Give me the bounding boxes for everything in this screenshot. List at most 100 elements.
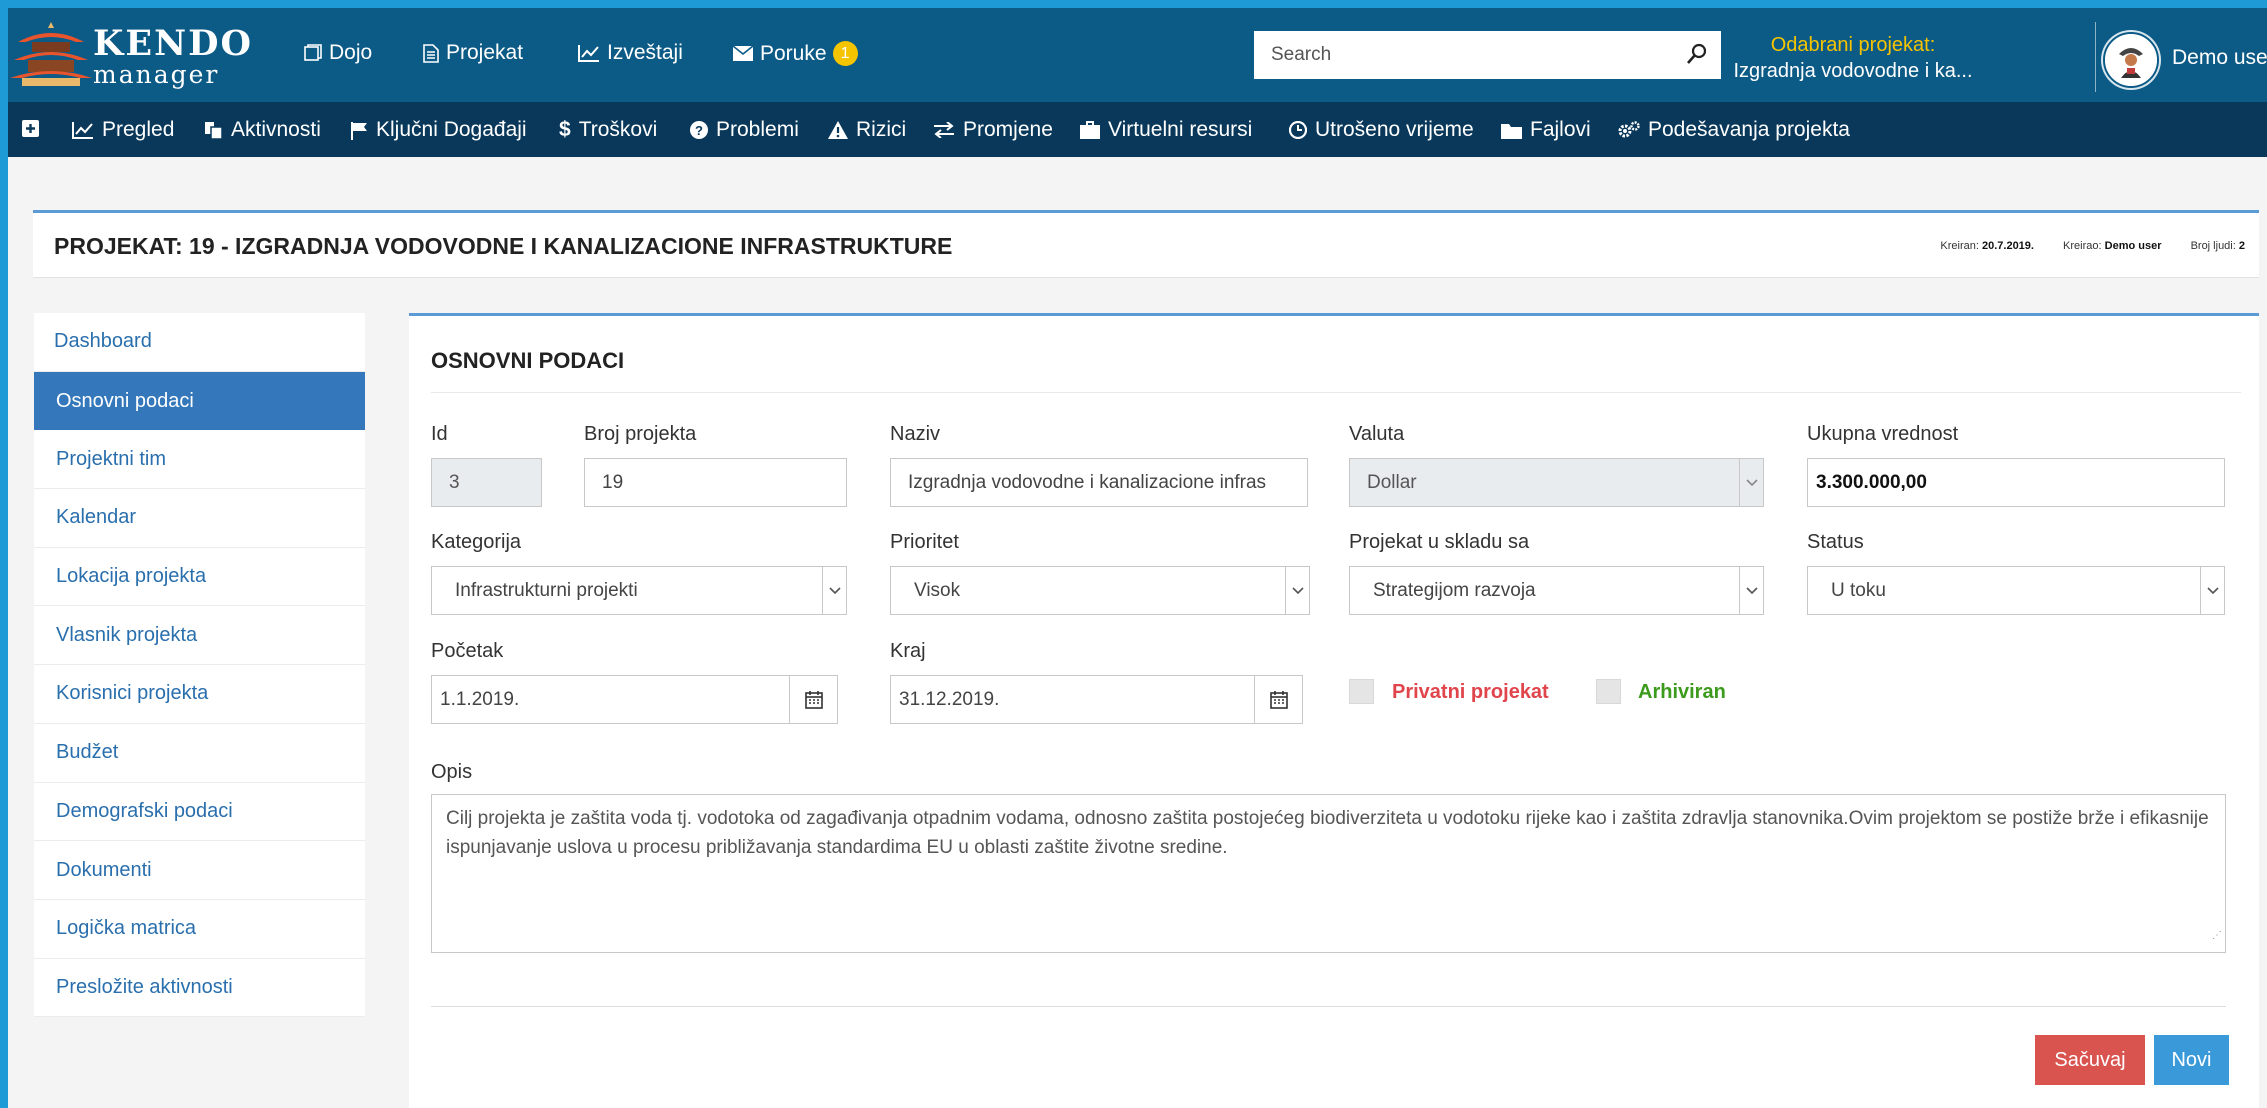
u-skladu-sa-label: Projekat u skladu sa — [1349, 531, 1530, 553]
kraj-date-field[interactable]: 31.12.2019. — [890, 675, 1303, 724]
privatni-projekat-checkbox[interactable] — [1349, 679, 1374, 704]
nav-poruke[interactable]: Poruke 1 — [733, 41, 858, 66]
people-count-label: Broj ljudi: — [2190, 240, 2236, 252]
created-label: Kreiran: — [1940, 240, 1979, 252]
nav-projekat[interactable]: Projekat — [423, 41, 523, 65]
prioritet-value: Visok — [914, 579, 961, 601]
search-icon[interactable] — [1685, 42, 1709, 66]
subnav-kljucni-dogadjaji[interactable]: Ključni Događaji — [350, 118, 527, 142]
project-title: PROJEKAT: 19 - IZGRADNJA VODOVODNE I KAN… — [54, 233, 953, 259]
kategorija-label: Kategorija — [431, 531, 522, 553]
subnav-pregled[interactable]: Pregled — [72, 118, 174, 142]
app-logo[interactable]: KENDO manager — [10, 20, 251, 90]
u-skladu-sa-value: Strategijom razvoja — [1373, 579, 1536, 601]
chevron-down-icon — [1285, 567, 1309, 614]
subnav-fajlovi[interactable]: Fajlovi — [1501, 118, 1591, 142]
basic-data-panel: OSNOVNI PODACI Id 3 Broj projekta 19 Naz… — [409, 313, 2259, 1108]
pocetak-label: Početak — [431, 640, 504, 662]
svg-text:?: ? — [695, 123, 703, 138]
subnav-virtuelni-resursi[interactable]: Virtuelni resursi — [1080, 118, 1252, 142]
kraj-value: 31.12.2019. — [899, 688, 1000, 710]
panel-title: OSNOVNI PODACI — [431, 348, 625, 373]
prioritet-label: Prioritet — [890, 531, 959, 553]
menu-item-kalendar[interactable]: Kalendar — [34, 489, 365, 548]
menu-item-vlasnik-projekta[interactable]: Vlasnik projekta — [34, 606, 365, 666]
calendar-icon[interactable] — [1254, 676, 1302, 723]
broj-projekta-field[interactable]: 19 — [584, 458, 847, 507]
naziv-label: Naziv — [890, 423, 941, 445]
subnav-utroseno-vrijeme[interactable]: Utrošeno vrijeme — [1289, 118, 1474, 142]
pocetak-value: 1.1.2019. — [440, 688, 520, 710]
project-meta: Kreiran: 20.7.2019. Kreirao: Demo user B… — [1914, 240, 2245, 252]
menu-item-presloz-aktivnosti[interactable]: Presložite aktivnosti — [34, 959, 365, 1018]
status-value: U toku — [1831, 579, 1886, 601]
project-header: PROJEKAT: 19 - IZGRADNJA VODOVODNE I KAN… — [33, 210, 2259, 278]
u-skladu-sa-select[interactable]: Strategijom razvoja — [1349, 566, 1764, 615]
brand-name: KENDO — [93, 23, 253, 64]
new-button[interactable]: Novi — [2154, 1035, 2229, 1085]
add-project-button[interactable] — [22, 120, 39, 137]
menu-item-lokacija-projekta[interactable]: Lokacija projekta — [34, 548, 365, 607]
search-box — [1254, 31, 1721, 79]
divider — [431, 392, 2241, 393]
subnav-aktivnosti-label: Aktivnosti — [231, 118, 321, 141]
menu-item-korisnici-projekta[interactable]: Korisnici projekta — [34, 665, 365, 724]
menu-item-budzet[interactable]: Budžet — [34, 724, 365, 783]
question-circle-icon: ? — [690, 121, 708, 139]
subnav-aktivnosti[interactable]: Aktivnosti — [204, 118, 321, 142]
opis-textarea[interactable]: Cilj projekta je zaštita voda tj. vodoto… — [431, 794, 2226, 953]
ukupna-vrednost-field[interactable]: 3.300.000,00 — [1807, 458, 2225, 507]
user-name[interactable]: Demo user — [2172, 46, 2267, 70]
avatar[interactable] — [2103, 32, 2159, 88]
subnav-rizici[interactable]: Rizici — [828, 118, 906, 142]
line-chart-icon — [72, 122, 93, 139]
briefcase-icon — [1080, 121, 1100, 139]
menu-item-projektni-tim[interactable]: Projektni tim — [34, 430, 365, 490]
valuta-select[interactable]: Dollar — [1349, 458, 1764, 507]
folder-icon — [1501, 123, 1522, 139]
subnav-promjene-label: Promjene — [963, 118, 1053, 141]
selected-project[interactable]: Odabrani projekat: Izgradnja vodovodne i… — [1728, 32, 1978, 84]
menu-item-dashboard[interactable]: Dashboard — [34, 313, 365, 372]
top-bar: KENDO manager Dojo Projekat Izveštaji Po… — [8, 8, 2267, 102]
arhiviran-checkbox[interactable] — [1596, 679, 1621, 704]
nav-dojo[interactable]: Dojo — [304, 41, 372, 65]
subnav-fajlovi-label: Fajlovi — [1530, 118, 1591, 141]
clock-icon — [1289, 121, 1307, 139]
app-frame: KENDO manager Dojo Projekat Izveštaji Po… — [8, 8, 2267, 1108]
menu-item-osnovni-podaci[interactable]: Osnovni podaci — [34, 371, 365, 431]
resize-handle-icon[interactable]: ⋰ — [2212, 921, 2222, 950]
menu-item-logicka-matrica[interactable]: Logička matrica — [34, 900, 365, 959]
save-button[interactable]: Sačuvaj — [2035, 1035, 2145, 1085]
subnav-troskovi[interactable]: $ Troškovi — [559, 118, 657, 142]
messages-badge: 1 — [832, 41, 858, 66]
subnav-problemi-label: Problemi — [716, 118, 799, 141]
nav-dojo-label: Dojo — [329, 41, 373, 64]
status-select[interactable]: U toku — [1807, 566, 2225, 615]
subnav-promjene[interactable]: Promjene — [933, 118, 1053, 142]
id-field[interactable]: 3 — [431, 458, 542, 507]
subnav-virtuelni-label: Virtuelni resursi — [1108, 118, 1253, 141]
naziv-field[interactable]: Izgradnja vodovodne i kanalizacione infr… — [890, 458, 1308, 507]
chevron-down-icon — [1739, 567, 1763, 614]
pocetak-date-field[interactable]: 1.1.2019. — [431, 675, 838, 724]
subnav-problemi[interactable]: ? Problemi — [690, 118, 799, 142]
search-input[interactable] — [1254, 31, 1674, 79]
subnav-kljucni-label: Ključni Događaji — [376, 118, 527, 141]
calendar-icon[interactable] — [789, 676, 837, 723]
menu-item-dokumenti[interactable]: Dokumenti — [34, 841, 365, 900]
prioritet-select[interactable]: Visok — [890, 566, 1310, 615]
kategorija-value: Infrastrukturni projekti — [455, 579, 638, 601]
dollar-icon: $ — [559, 118, 571, 141]
kategorija-select[interactable]: Infrastrukturni projekti — [431, 566, 847, 615]
chevron-down-icon — [2200, 567, 2224, 614]
pagoda-icon — [10, 22, 92, 86]
brand-subname: manager — [93, 60, 220, 89]
user-avatar-icon — [2105, 34, 2157, 86]
subnav-podesavanja-projekta[interactable]: Podešavanja projekta — [1618, 118, 1850, 142]
menu-item-demografski-podaci[interactable]: Demografski podaci — [34, 783, 365, 842]
nav-izvestaji[interactable]: Izveštaji — [578, 41, 683, 65]
subnav-utroseno-label: Utrošeno vrijeme — [1315, 118, 1474, 141]
project-nav-bar: Pregled Aktivnosti Ključni Događaji $ Tr… — [8, 102, 2267, 157]
opis-value: Cilj projekta je zaštita voda tj. vodoto… — [446, 808, 2209, 858]
